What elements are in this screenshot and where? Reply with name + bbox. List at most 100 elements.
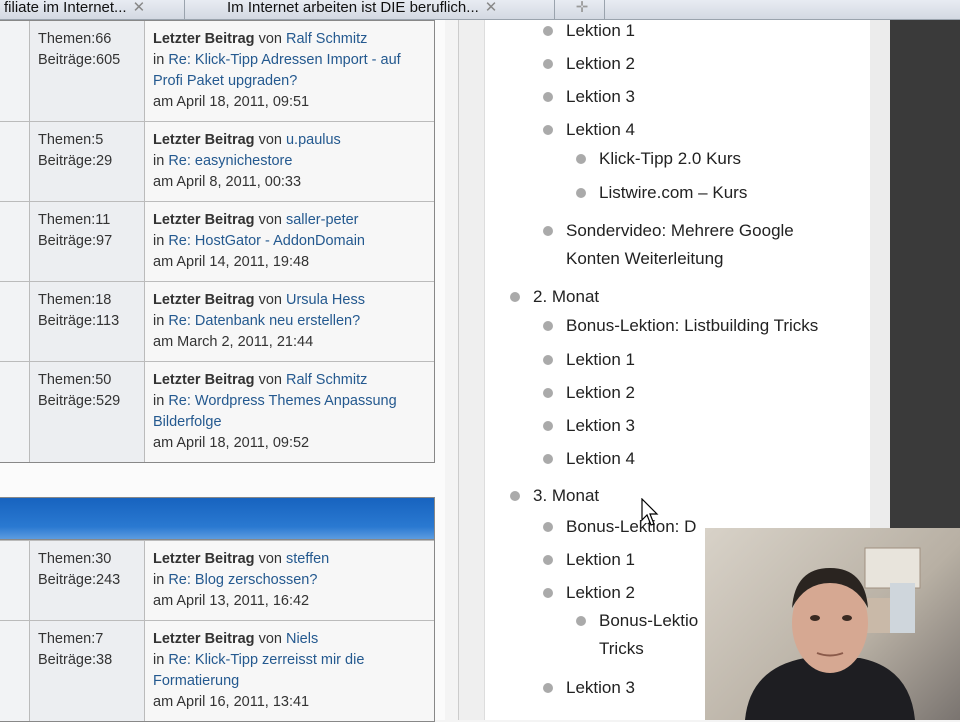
topic-count: Themen:66 xyxy=(38,31,112,47)
topic-link[interactable]: Re: Datenbank neu erstellen? xyxy=(168,313,360,329)
last-post: Letzter Beitrag von saller-peter in Re: H… xyxy=(145,202,434,281)
last-post: Letzter Beitrag von Ursula Hess in Re: Da… xyxy=(145,282,434,361)
pane-divider xyxy=(458,20,485,720)
outline-item[interactable]: Lektion 4 xyxy=(543,445,635,473)
outline-item[interactable]: Klick-Tipp 2.0 Kurs xyxy=(575,145,741,173)
topic-link[interactable]: Re: Klick-Tipp zerreisst mir die Formati… xyxy=(153,652,364,689)
post-count: Beiträge:97 xyxy=(38,233,113,249)
board-stats: Themen:66 Beiträge:605 xyxy=(30,21,145,121)
outline-item[interactable]: Lektion 2 xyxy=(543,50,635,78)
by-label: von xyxy=(258,212,282,228)
board-stats: Themen:11 Beiträge:97 xyxy=(30,202,145,281)
outline-item[interactable]: Lektion 2 xyxy=(543,579,635,607)
close-icon[interactable]: ✕ xyxy=(485,0,498,16)
in-label: in xyxy=(153,393,165,409)
board-icon-cell xyxy=(0,621,30,721)
last-post: Letzter Beitrag von steffen in Re: Blog z… xyxy=(145,541,434,620)
last-post-label: Letzter Beitrag xyxy=(153,132,255,148)
topic-count: Themen:11 xyxy=(38,212,111,228)
last-post-label: Letzter Beitrag xyxy=(153,31,255,47)
last-post-label: Letzter Beitrag xyxy=(153,212,255,228)
webcam-overlay xyxy=(705,528,960,720)
board-icon-cell xyxy=(0,122,30,201)
outline-item[interactable]: Lektion 3 xyxy=(543,83,635,111)
author-link[interactable]: Ursula Hess xyxy=(286,292,365,308)
last-post-label: Letzter Beitrag xyxy=(153,372,255,388)
last-post: Letzter Beitrag von Ralf Schmitz in Re: W… xyxy=(145,362,434,462)
close-icon[interactable]: ✕ xyxy=(133,0,146,16)
board-stats: Themen:18 Beiträge:113 xyxy=(30,282,145,361)
post-count: Beiträge:29 xyxy=(38,153,113,169)
by-label: von xyxy=(258,132,282,148)
author-link[interactable]: Ralf Schmitz xyxy=(286,31,367,47)
topic-count: Themen:30 xyxy=(38,551,112,567)
in-label: in xyxy=(153,153,165,169)
outline-item[interactable]: Bonus-Lektion: Listbuilding Tricks xyxy=(542,312,818,340)
board-icon-cell xyxy=(0,202,30,281)
forum-board-table: Themen:30 Beiträge:243 Letzter Beitrag vo… xyxy=(0,497,435,722)
outline-item[interactable]: Lektion 1 xyxy=(543,17,635,45)
in-label: in xyxy=(153,313,165,329)
author-link[interactable]: saller-peter xyxy=(286,212,359,228)
post-date: am April 18, 2011, 09:52 xyxy=(153,435,310,451)
browser-tab[interactable]: filiate im Internet... ✕ xyxy=(0,0,185,20)
by-label: von xyxy=(258,372,282,388)
topic-count: Themen:5 xyxy=(38,132,104,148)
in-label: in xyxy=(153,572,165,588)
by-label: von xyxy=(258,551,282,567)
category-header xyxy=(0,498,434,540)
outline-item[interactable]: Bonus-Lektio Tricks xyxy=(576,607,719,663)
board-stats: Themen:5 Beiträge:29 xyxy=(30,122,145,201)
outline-item[interactable]: Lektion 4 xyxy=(543,116,635,144)
webcam-person-image xyxy=(745,547,921,720)
last-post-label: Letzter Beitrag xyxy=(153,292,255,308)
table-row: Themen:50 Beiträge:529 Letzter Beitrag vo… xyxy=(0,361,434,462)
topic-link[interactable]: Re: HostGator - AddonDomain xyxy=(168,233,365,249)
outline-item[interactable]: 3. Monat xyxy=(509,482,599,510)
outline-item[interactable]: Lektion 2 xyxy=(543,379,635,407)
in-label: in xyxy=(153,233,165,249)
post-count: Beiträge:38 xyxy=(38,652,113,668)
outline-item[interactable]: Bonus-Lektion: D xyxy=(542,513,696,541)
author-link[interactable]: Ralf Schmitz xyxy=(286,372,367,388)
table-row: Themen:5 Beiträge:29 Letzter Beitrag von … xyxy=(0,121,434,201)
topic-count: Themen:18 xyxy=(38,292,112,308)
author-link[interactable]: steffen xyxy=(286,551,329,567)
board-icon-cell xyxy=(0,362,30,462)
tab-label: filiate im Internet... xyxy=(4,0,127,16)
table-row: Themen:66 Beiträge:605 Letzter Beitrag vo… xyxy=(0,21,434,121)
board-icon-cell xyxy=(0,21,30,121)
table-row: Themen:7 Beiträge:38 Letzter Beitrag von … xyxy=(0,620,434,721)
outline-item[interactable]: Lektion 1 xyxy=(543,346,635,374)
post-count: Beiträge:243 xyxy=(38,572,121,588)
last-post: Letzter Beitrag von u.paulus in Re: easyn… xyxy=(145,122,434,201)
outline-item[interactable]: Sondervideo: Mehrere Google Konten Weite… xyxy=(543,217,826,273)
post-date: am April 16, 2011, 13:41 xyxy=(153,694,310,710)
author-link[interactable]: u.paulus xyxy=(286,132,341,148)
mouse-cursor-icon xyxy=(641,498,659,526)
topic-count: Themen:7 xyxy=(38,631,104,647)
forum-board-table: Themen:66 Beiträge:605 Letzter Beitrag vo… xyxy=(0,20,435,463)
outline-item[interactable]: Lektion 3 xyxy=(543,674,635,702)
outline-item[interactable]: Listwire.com – Kurs xyxy=(575,179,747,207)
post-date: am March 2, 2011, 21:44 xyxy=(153,334,314,350)
post-date: am April 13, 2011, 16:42 xyxy=(153,593,310,609)
author-link[interactable]: Niels xyxy=(286,631,318,647)
topic-link[interactable]: Re: easynichestore xyxy=(168,153,292,169)
outline-item[interactable]: 2. Monat xyxy=(509,283,599,311)
topic-link[interactable]: Re: Blog zerschossen? xyxy=(168,572,317,588)
tab-label: Im Internet arbeiten ist DIE beruflich..… xyxy=(227,0,479,16)
topic-link[interactable]: Re: Wordpress Themes Anpassung Bilderfol… xyxy=(153,393,397,430)
table-row: Themen:18 Beiträge:113 Letzter Beitrag vo… xyxy=(0,281,434,361)
topic-count: Themen:50 xyxy=(38,372,112,388)
outline-item[interactable]: Lektion 1 xyxy=(543,546,635,574)
table-row: Themen:30 Beiträge:243 Letzter Beitrag vo… xyxy=(0,540,434,620)
board-icon-cell xyxy=(0,282,30,361)
board-icon-cell xyxy=(0,541,30,620)
outline-item[interactable]: Lektion 3 xyxy=(543,412,635,440)
in-label: in xyxy=(153,652,165,668)
post-date: am April 8, 2011, 00:33 xyxy=(153,174,302,190)
topic-link[interactable]: Re: Klick-Tipp Adressen Import - auf Pro… xyxy=(153,52,401,89)
browser-tab[interactable]: Im Internet arbeiten ist DIE beruflich..… xyxy=(185,0,555,20)
post-count: Beiträge:605 xyxy=(38,52,121,68)
